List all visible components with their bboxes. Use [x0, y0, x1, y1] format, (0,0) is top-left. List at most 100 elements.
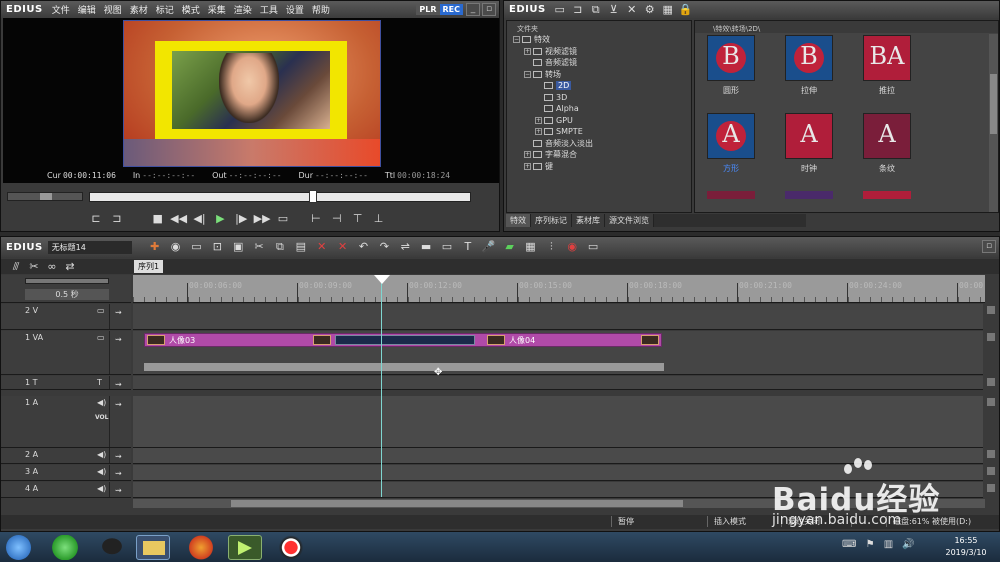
up-folder-icon[interactable]: ⊐	[569, 2, 587, 18]
multicam-icon[interactable]: ▦	[521, 239, 539, 255]
thumbnail-partial[interactable]	[785, 191, 833, 199]
link-icon[interactable]: ⇌	[396, 239, 414, 255]
menu-item[interactable]: 模式	[178, 6, 204, 16]
copy-clip-icon[interactable]: ⧉	[271, 239, 289, 255]
transition-clip[interactable]	[335, 335, 475, 345]
rewind-icon[interactable]: ◀◀	[170, 211, 188, 227]
expand-icon[interactable]	[524, 59, 531, 66]
ripple-delete-icon[interactable]: ✕	[334, 239, 352, 255]
audio-track-icon[interactable]: ◀)	[97, 467, 106, 476]
zoom-value[interactable]: 0.5 秒	[25, 289, 109, 300]
start-button[interactable]	[6, 535, 31, 560]
tree-item[interactable]: 3D	[513, 92, 691, 104]
tree-item[interactable]: + 视频滤镜	[513, 46, 691, 58]
track-header[interactable]: 2 A ◀) ⇝	[1, 448, 131, 464]
track-sync-icon[interactable]: ∞	[43, 261, 61, 273]
expand-icon[interactable]: +	[524, 151, 531, 158]
track-lane[interactable]	[133, 396, 983, 448]
track-add-icon[interactable]: ⫻	[7, 261, 25, 273]
new-sequence-icon[interactable]: ✚	[146, 239, 164, 255]
tree-item[interactable]: − 特效	[513, 34, 691, 46]
time-ruler[interactable]: 00:00:06:00 00:00:09:00 00:00:12:00 00:00:1…	[133, 275, 985, 303]
playhead-line[interactable]	[381, 275, 382, 497]
expand-icon[interactable]	[535, 94, 542, 101]
play-icon[interactable]: ▶	[211, 211, 229, 227]
expand-icon[interactable]: +	[524, 47, 531, 55]
view-icon[interactable]: ▦	[659, 2, 677, 18]
tree-item[interactable]: + SMPTE	[513, 126, 691, 138]
firefox-icon[interactable]	[184, 535, 218, 560]
tree-item[interactable]: 2D	[513, 80, 691, 92]
timeline-restore-icon[interactable]: ▫	[982, 240, 996, 253]
tree-item[interactable]: + 字幕混合	[513, 149, 691, 161]
scroll-thumb[interactable]	[990, 74, 997, 134]
plr-rec-toggle[interactable]: PLR REC	[416, 4, 463, 15]
expand-icon[interactable]	[535, 82, 542, 89]
scrub-playhead[interactable]	[309, 190, 318, 203]
effects-tab[interactable]: 素材库	[572, 214, 605, 227]
effects-tab[interactable]: 源文件浏览	[605, 214, 654, 227]
tree-item[interactable]: 音频淡入淡出	[513, 138, 691, 150]
shuttle-knob[interactable]	[40, 193, 52, 200]
menu-item[interactable]: 素材	[126, 6, 152, 16]
menu-item[interactable]: 编辑	[74, 6, 100, 16]
tree-item[interactable]: + 键	[513, 161, 691, 173]
track-header[interactable]: 1 A VOL ◀) ⇝	[1, 396, 131, 448]
audio-track-icon[interactable]: ◀)	[97, 398, 106, 407]
redo-icon[interactable]: ↷	[375, 239, 393, 255]
title-track-icon[interactable]: T	[97, 378, 102, 387]
thumbnail-partial[interactable]	[863, 191, 911, 199]
transition-thumbnail[interactable]: BA	[863, 35, 911, 81]
group-icon[interactable]: ▬	[417, 239, 435, 255]
video-track-icon[interactable]: ▭	[97, 306, 105, 315]
delete-clip-icon[interactable]: ✕	[313, 239, 331, 255]
track-scroll-button[interactable]	[987, 306, 995, 314]
apply-icon[interactable]: ⊻	[605, 2, 623, 18]
menu-item[interactable]: 工具	[256, 6, 282, 16]
track-header[interactable]: 1 VA ▭ ⇝	[1, 331, 131, 375]
collapse-icon[interactable]: −	[524, 70, 531, 78]
audio-track-icon[interactable]: ◀)	[97, 484, 106, 493]
vertical-scrollbar[interactable]	[989, 34, 998, 212]
mic-icon[interactable]: 🎤	[480, 239, 498, 255]
track-scroll-button[interactable]	[987, 450, 995, 458]
track-mode-icon[interactable]: ⇄	[61, 261, 79, 273]
track-header[interactable]: 3 A ◀) ⇝	[1, 465, 131, 481]
mixer-icon[interactable]: ⫶	[542, 239, 560, 255]
expand-icon[interactable]	[524, 140, 531, 147]
set-out-icon[interactable]: ⊐	[108, 211, 126, 227]
expand-icon[interactable]: +	[524, 162, 531, 170]
zoom-slider[interactable]	[25, 278, 109, 284]
effects-tab[interactable]: 特效	[506, 214, 531, 227]
track-scroll-button[interactable]	[987, 398, 995, 406]
new-file-icon[interactable]: ▭	[187, 239, 205, 255]
minimize-icon[interactable]: _	[466, 3, 480, 16]
overwrite-icon[interactable]: ⊣	[328, 211, 346, 227]
restore-icon[interactable]: ▫	[482, 3, 496, 16]
track-lane[interactable]	[133, 304, 983, 330]
stop-icon[interactable]: ■	[149, 211, 167, 227]
lock-icon[interactable]: 🔒	[677, 2, 695, 18]
effects-tab[interactable]: 序列标记	[531, 214, 572, 227]
shuttle-slider[interactable]	[7, 192, 83, 201]
transition-thumbnail[interactable]: A	[863, 113, 911, 159]
video-clip[interactable]: 人像03 人像04	[144, 333, 662, 347]
video-track-icon[interactable]: ▭	[97, 333, 105, 342]
expand-icon[interactable]: +	[535, 128, 542, 135]
tree-item[interactable]: 音频滤镜	[513, 57, 691, 69]
volume-icon[interactable]: 🔊	[902, 539, 914, 550]
playhead-marker[interactable]	[374, 275, 390, 284]
transition-thumbnail[interactable]: A	[785, 113, 833, 159]
menu-item[interactable]: 文件	[48, 6, 74, 16]
match-frame-icon[interactable]: ⊥	[370, 211, 388, 227]
clip-icon[interactable]: ▭	[438, 239, 456, 255]
record-icon[interactable]	[274, 535, 308, 560]
transition-thumbnail[interactable]: B	[707, 35, 755, 81]
insert-icon[interactable]: ⊢	[307, 211, 325, 227]
green-app-icon[interactable]	[48, 535, 82, 560]
cut-icon[interactable]: ✂	[250, 239, 268, 255]
track-sync-icon[interactable]: ⇝	[115, 452, 122, 461]
track-sync-icon[interactable]: ⇝	[115, 335, 122, 344]
track-sync-icon[interactable]: ⇝	[115, 486, 122, 495]
track-tool-icon[interactable]: ✂	[25, 261, 43, 273]
